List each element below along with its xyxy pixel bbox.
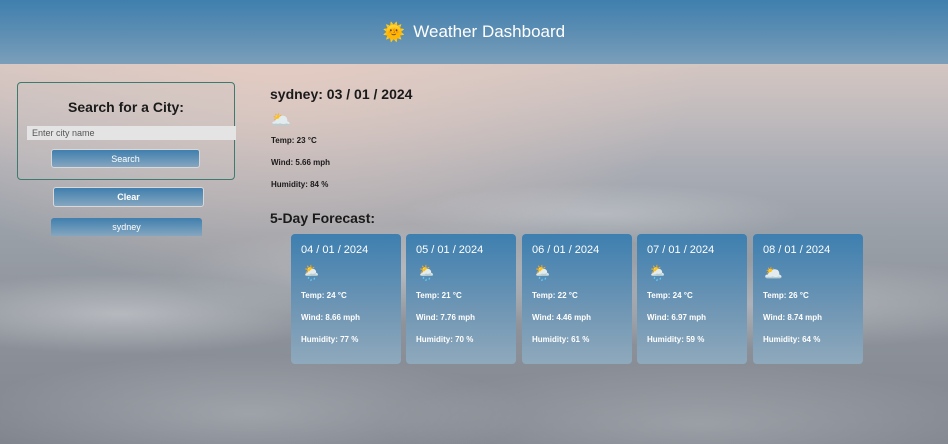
history-item-sydney[interactable]: sydney (51, 218, 202, 236)
rain-icon: 🌦️ (533, 265, 552, 282)
forecast-wind: Wind: 8.66 mph (301, 313, 361, 322)
forecast-temp: Temp: 24 °C (647, 291, 693, 300)
sun-icon: 🌞 (382, 21, 406, 42)
forecast-card: 07 / 01 / 2024 🌦️ Temp: 24 °C Wind: 6.97… (637, 234, 747, 364)
current-temp: Temp: 23 °C (271, 136, 317, 145)
forecast-humidity: Humidity: 70 % (416, 335, 474, 344)
forecast-wind: Wind: 6.97 mph (647, 313, 707, 322)
forecast-humidity: Humidity: 64 % (763, 335, 821, 344)
forecast-card: 08 / 01 / 2024 🌥️ Temp: 26 °C Wind: 8.74… (753, 234, 863, 364)
forecast-humidity: Humidity: 77 % (301, 335, 359, 344)
current-wind: Wind: 5.66 mph (271, 158, 331, 167)
forecast-wind: Wind: 4.46 mph (532, 313, 592, 322)
partly-cloudy-icon: 🌥️ (764, 265, 783, 282)
rain-icon: 🌦️ (648, 265, 667, 282)
forecast-date: 06 / 01 / 2024 (532, 244, 600, 256)
city-input[interactable] (27, 126, 236, 140)
forecast-temp: Temp: 26 °C (763, 291, 809, 300)
forecast-card: 05 / 01 / 2024 🌦️ Temp: 21 °C Wind: 7.76… (406, 234, 516, 364)
page-title: Weather Dashboard (413, 22, 566, 41)
forecast-temp: Temp: 24 °C (301, 291, 347, 300)
partly-cloudy-icon: 🌥️ (271, 112, 291, 129)
current-weather: sydney: 03 / 01 / 2024 🌥️ Temp: 23 °C Wi… (270, 86, 413, 189)
search-button[interactable]: Search (51, 149, 200, 168)
search-title: Search for a City: (68, 99, 184, 115)
forecast-wind: Wind: 8.74 mph (763, 313, 823, 322)
forecast-date: 07 / 01 / 2024 (647, 244, 715, 256)
forecast-date: 05 / 01 / 2024 (416, 244, 484, 256)
current-heading: sydney: 03 / 01 / 2024 (270, 86, 413, 102)
forecast-temp: Temp: 21 °C (416, 291, 462, 300)
rain-icon: 🌦️ (417, 265, 436, 282)
forecast-humidity: Humidity: 59 % (647, 335, 705, 344)
clear-button[interactable]: Clear (53, 187, 204, 207)
forecast-date: 08 / 01 / 2024 (763, 244, 831, 256)
forecast-title: 5-Day Forecast: (270, 210, 376, 226)
forecast-temp: Temp: 22 °C (532, 291, 578, 300)
search-panel: Search for a City: Search (17, 82, 236, 180)
forecast-card: 06 / 01 / 2024 🌦️ Temp: 22 °C Wind: 4.46… (522, 234, 632, 364)
forecast-humidity: Humidity: 61 % (532, 335, 590, 344)
forecast-card: 04 / 01 / 2024 🌦️ Temp: 24 °C Wind: 8.66… (291, 234, 401, 364)
header: 🌞 Weather Dashboard (0, 0, 948, 64)
current-humidity: Humidity: 84 % (271, 180, 329, 189)
forecast-date: 04 / 01 / 2024 (301, 244, 369, 256)
rain-icon: 🌦️ (302, 265, 321, 282)
forecast-wind: Wind: 7.76 mph (416, 313, 476, 322)
